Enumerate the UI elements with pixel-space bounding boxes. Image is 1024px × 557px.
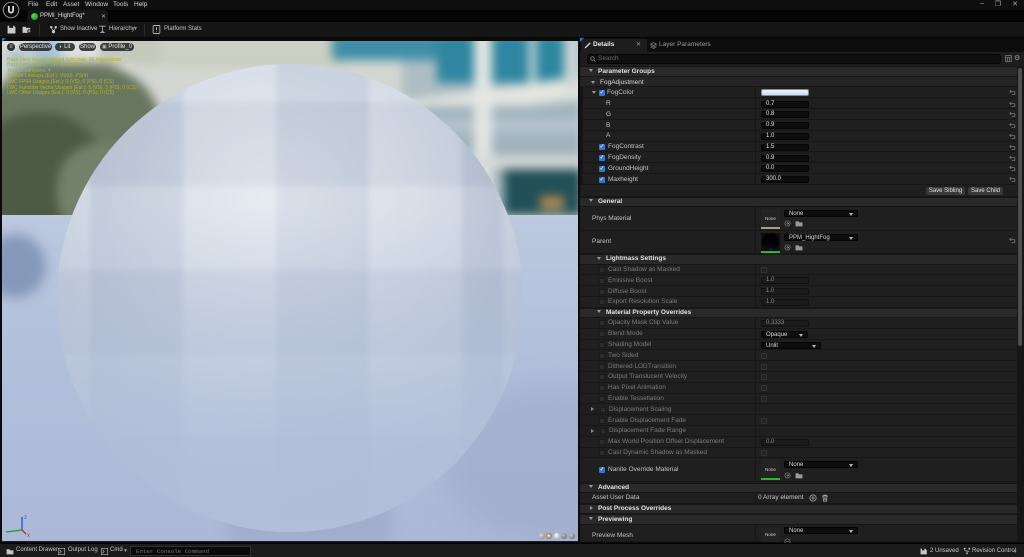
svg-text:z: z (24, 515, 27, 521)
svg-text:x: x (27, 533, 30, 537)
